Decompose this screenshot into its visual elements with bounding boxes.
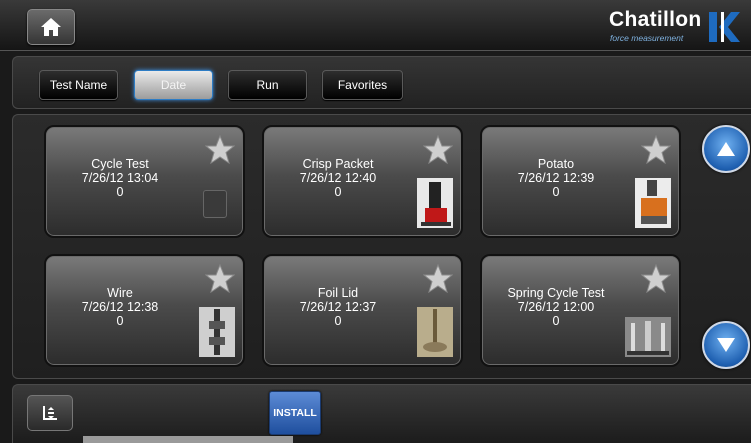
sort-date-button[interactable]: Date xyxy=(134,70,213,100)
test-thumbnail-image xyxy=(625,317,671,357)
sort-menu-icon xyxy=(43,406,57,420)
test-card-wire[interactable]: Wire 7/26/12 12:38 0 xyxy=(44,254,245,367)
test-datetime: 7/26/12 12:38 xyxy=(81,300,159,314)
home-button[interactable] xyxy=(27,9,75,45)
test-card-potato[interactable]: Potato 7/26/12 12:39 0 xyxy=(480,125,681,238)
logo-mark-icon xyxy=(709,12,740,42)
test-thumbnail-image xyxy=(199,307,235,357)
favorite-star-icon[interactable] xyxy=(423,135,453,164)
test-name: Wire xyxy=(107,286,133,300)
test-thumbnail-image xyxy=(635,178,671,228)
test-card-text: Foil Lid 7/26/12 12:37 0 xyxy=(264,286,412,328)
test-thumbnail-image xyxy=(417,307,453,357)
arrow-up-icon xyxy=(717,142,735,156)
favorite-star-icon[interactable] xyxy=(205,264,235,293)
test-datetime: 7/26/12 12:37 xyxy=(299,300,377,314)
install-button[interactable]: INSTALL xyxy=(269,391,321,435)
test-name: Crisp Packet xyxy=(302,157,374,171)
favorite-star-icon[interactable] xyxy=(641,135,671,164)
home-icon xyxy=(41,18,61,36)
test-name: Potato xyxy=(537,157,575,171)
test-name: Foil Lid xyxy=(317,286,359,300)
test-count: 0 xyxy=(116,185,124,199)
test-datetime: 7/26/12 12:40 xyxy=(299,171,377,185)
test-name: Spring Cycle Test xyxy=(507,286,605,300)
test-datetime: 7/26/12 13:04 xyxy=(81,171,159,185)
test-datetime: 7/26/12 12:00 xyxy=(517,300,595,314)
test-card-text: Wire 7/26/12 12:38 0 xyxy=(46,286,194,328)
sort-test-name-button[interactable]: Test Name xyxy=(39,70,118,100)
test-card-text: Potato 7/26/12 12:39 0 xyxy=(482,157,630,199)
top-bar: Chatillon force measurement xyxy=(0,0,751,51)
arrow-down-icon xyxy=(717,338,735,352)
logo-subtitle: force measurement xyxy=(610,33,684,43)
sort-menu-button[interactable] xyxy=(27,395,73,431)
test-count: 0 xyxy=(552,185,560,199)
test-card-crisp-packet[interactable]: Crisp Packet 7/26/12 12:40 0 xyxy=(262,125,463,238)
test-card-text: Cycle Test 7/26/12 13:04 0 xyxy=(46,157,194,199)
test-count: 0 xyxy=(334,314,342,328)
test-card-spring-cycle-test[interactable]: Spring Cycle Test 7/26/12 12:00 0 xyxy=(480,254,681,367)
scroll-down-button[interactable] xyxy=(702,321,750,369)
test-count: 0 xyxy=(552,314,560,328)
logo-name: Chatillon xyxy=(609,8,702,31)
favorite-star-icon[interactable] xyxy=(423,264,453,293)
test-count: 0 xyxy=(116,314,124,328)
bottom-bar: INSTALL xyxy=(12,384,751,443)
favorite-star-icon[interactable] xyxy=(641,264,671,293)
test-card-foil-lid[interactable]: Foil Lid 7/26/12 12:37 0 xyxy=(262,254,463,367)
thumbnail-placeholder xyxy=(203,190,227,218)
sort-run-button[interactable]: Run xyxy=(228,70,307,100)
chatillon-logo: Chatillon force measurement xyxy=(609,8,741,44)
test-card-text: Spring Cycle Test 7/26/12 12:00 0 xyxy=(482,286,630,328)
test-datetime: 7/26/12 12:39 xyxy=(517,171,595,185)
sort-favorites-button[interactable]: Favorites xyxy=(322,70,403,100)
test-count: 0 xyxy=(334,185,342,199)
test-thumbnail-image xyxy=(417,178,453,228)
test-card-text: Crisp Packet 7/26/12 12:40 0 xyxy=(264,157,412,199)
sort-filter-bar: Test Name Date Run Favorites xyxy=(12,56,751,109)
test-name: Cycle Test xyxy=(91,157,149,171)
test-card-cycle-test[interactable]: Cycle Test 7/26/12 13:04 0 xyxy=(44,125,245,238)
favorite-star-icon[interactable] xyxy=(205,135,235,164)
scroll-up-button[interactable] xyxy=(702,125,750,173)
